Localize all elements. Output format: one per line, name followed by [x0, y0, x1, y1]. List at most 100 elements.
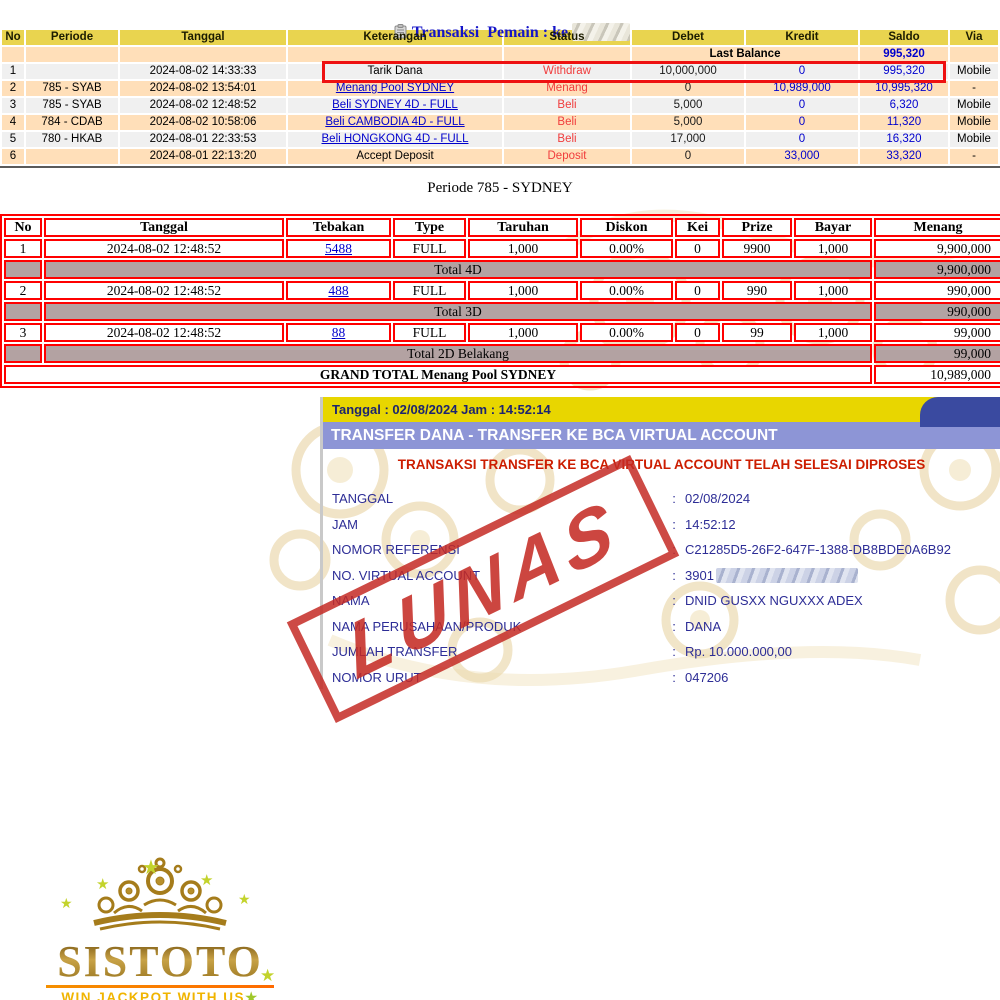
keterangan-link[interactable]: Menang Pool SYDNEY — [336, 82, 454, 94]
cell-tanggal: 2024-08-01 22:13:20 — [120, 149, 286, 164]
page-title: Transaksi Pemain : ke — [0, 0, 1000, 26]
bet-col-diskon: Diskon — [580, 218, 673, 237]
receipt-field-row: TANGGAL:02/08/2024 — [323, 486, 1000, 512]
receipt-field-value: Rp. 10.000.000,00 — [685, 639, 1000, 665]
bet-kei: 0 — [675, 281, 720, 300]
bet-tebakan: 5488 — [286, 239, 391, 258]
transfer-receipt: Tanggal : 02/08/2024 Jam : 14:52:14 TRAN… — [320, 397, 1000, 689]
receipt-status-line: TRANSAKSI TRANSFER KE BCA VIRTUAL ACCOUN… — [323, 457, 1000, 472]
tebakan-link[interactable]: 488 — [328, 283, 348, 298]
cell-periode: 785 - SYAB — [26, 98, 118, 113]
cell-debet: 0 — [632, 149, 744, 164]
empty-cell — [288, 47, 502, 62]
cell-keterangan: Beli SYDNEY 4D - FULL — [288, 98, 502, 113]
receipt-field-label: JUMLAH TRANSFER — [323, 639, 663, 665]
bet-no: 3 — [4, 323, 42, 342]
transaction-row: 2785 - SYAB2024-08-02 13:54:01Menang Poo… — [2, 81, 998, 96]
cell-saldo: 11,320 — [860, 115, 948, 130]
cell-via: - — [950, 81, 998, 96]
tebakan-link[interactable]: 88 — [332, 325, 346, 340]
cell-no: 6 — [2, 149, 24, 164]
cell-keterangan: Beli HONGKONG 4D - FULL — [288, 132, 502, 147]
bet-type: FULL — [393, 323, 466, 342]
cell-saldo: 33,320 — [860, 149, 948, 164]
bet-menang: 9,900,000 — [874, 239, 1000, 258]
transaction-row: 62024-08-01 22:13:20Accept DepositDeposi… — [2, 149, 998, 164]
receipt-field-colon: : — [663, 639, 685, 665]
cell-saldo: 995,320 — [860, 64, 948, 79]
cell-periode: 780 - HKAB — [26, 132, 118, 147]
cell-tanggal: 2024-08-02 10:58:06 — [120, 115, 286, 130]
bet-prize: 990 — [722, 281, 792, 300]
bet-tanggal: 2024-08-02 12:48:52 — [44, 323, 284, 342]
empty-cell — [950, 47, 998, 62]
censored-account-number — [716, 568, 858, 583]
receipt-title-bar: TRANSFER DANA - TRANSFER KE BCA VIRTUAL … — [323, 422, 1000, 449]
keterangan-link[interactable]: Beli SYDNEY 4D - FULL — [332, 99, 458, 111]
receipt-field-value: DNID GUSXX NGUXXX ADEX — [685, 588, 1000, 614]
total-spacer — [4, 260, 42, 279]
transaction-row: 5780 - HKAB2024-08-01 22:33:53Beli HONGK… — [2, 132, 998, 147]
bet-kei: 0 — [675, 323, 720, 342]
star-icon: ★ — [96, 875, 109, 893]
star-icon: ★ — [200, 871, 213, 889]
keterangan-link[interactable]: Beli HONGKONG 4D - FULL — [322, 133, 469, 145]
grand-total-row: GRAND TOTAL Menang Pool SYDNEY10,989,000 — [4, 365, 1000, 384]
cell-debet: 10,000,000 — [632, 64, 744, 79]
cell-kredit: 33,000 — [746, 149, 858, 164]
cell-debet: 17,000 — [632, 132, 744, 147]
cell-status: Beli — [504, 98, 630, 113]
logo-name: SISTOTO — [38, 940, 282, 984]
transaction-row: 12024-08-02 14:33:33Tarik DanaWithdraw10… — [2, 64, 998, 79]
tebakan-link[interactable]: 5488 — [325, 241, 352, 256]
receipt-field-row: JAM:14:52:12 — [323, 512, 1000, 538]
bet-row: 12024-08-02 12:48:525488FULL1,0000.00%09… — [4, 239, 1000, 258]
bet-menang: 990,000 — [874, 281, 1000, 300]
logo-tagline-text: WIN JACKPOT WITH US — [61, 990, 245, 1000]
bet-tebakan: 488 — [286, 281, 391, 300]
cell-tanggal: 2024-08-02 13:54:01 — [120, 81, 286, 96]
grand-total-value: 10,989,000 — [874, 365, 1000, 384]
cell-via: - — [950, 149, 998, 164]
bet-type: FULL — [393, 281, 466, 300]
cell-no: 1 — [2, 64, 24, 79]
cell-saldo: 10,995,320 — [860, 81, 948, 96]
cell-saldo: 16,320 — [860, 132, 948, 147]
bet-bayar: 1,000 — [794, 323, 872, 342]
total-row: Total 4D9,900,000 — [4, 260, 1000, 279]
total-row: Total 3D990,000 — [4, 302, 1000, 321]
bet-kei: 0 — [675, 239, 720, 258]
total-label: Total 3D — [44, 302, 872, 321]
sistoto-logo: ★ ★ ★ ★ ★ ★ SISTOTO WIN JACKPOT WITH US★ — [38, 853, 282, 1000]
cell-debet: 5,000 — [632, 115, 744, 130]
bets-table: No Tanggal Tebakan Type Taruhan Diskon K… — [0, 214, 1000, 388]
cell-status: Withdraw — [504, 64, 630, 79]
receipt-field-label: NOMOR REFERENSI — [323, 537, 663, 563]
page: Transaksi Pemain : ke No Periode Tanggal… — [0, 0, 1000, 1000]
cell-status: Beli — [504, 132, 630, 147]
keterangan-link[interactable]: Beli CAMBODIA 4D - FULL — [325, 116, 464, 128]
bet-tanggal: 2024-08-02 12:48:52 — [44, 239, 284, 258]
receipt-field-value: 3901 — [685, 563, 1000, 589]
cell-saldo: 6,320 — [860, 98, 948, 113]
receipt-field-row: NAMA:DNID GUSXX NGUXXX ADEX — [323, 588, 1000, 614]
total-value: 990,000 — [874, 302, 1000, 321]
receipt-field-colon: : — [663, 486, 685, 512]
receipt-field-value: C21285D5-26F2-647F-1388-DB8BDE0A6B92 — [685, 537, 1000, 563]
empty-cell — [2, 47, 24, 62]
receipt-field-row: JUMLAH TRANSFER:Rp. 10.000.000,00 — [323, 639, 1000, 665]
bet-col-tebakan: Tebakan — [286, 218, 391, 237]
cell-status: Beli — [504, 115, 630, 130]
receipt-field-row: NOMOR URUT:047206 — [323, 665, 1000, 691]
bet-diskon: 0.00% — [580, 239, 673, 258]
bet-bayar: 1,000 — [794, 239, 872, 258]
table-bottom-divider — [0, 166, 1000, 168]
bet-col-tanggal: Tanggal — [44, 218, 284, 237]
bet-col-menang: Menang — [874, 218, 1000, 237]
star-icon: ★ — [260, 966, 275, 986]
receipt-field-value: DANA — [685, 614, 1000, 640]
transaction-row: 3785 - SYAB2024-08-02 12:48:52Beli SYDNE… — [2, 98, 998, 113]
col-header-no: No — [2, 30, 24, 45]
bet-diskon: 0.00% — [580, 323, 673, 342]
bet-prize: 99 — [722, 323, 792, 342]
